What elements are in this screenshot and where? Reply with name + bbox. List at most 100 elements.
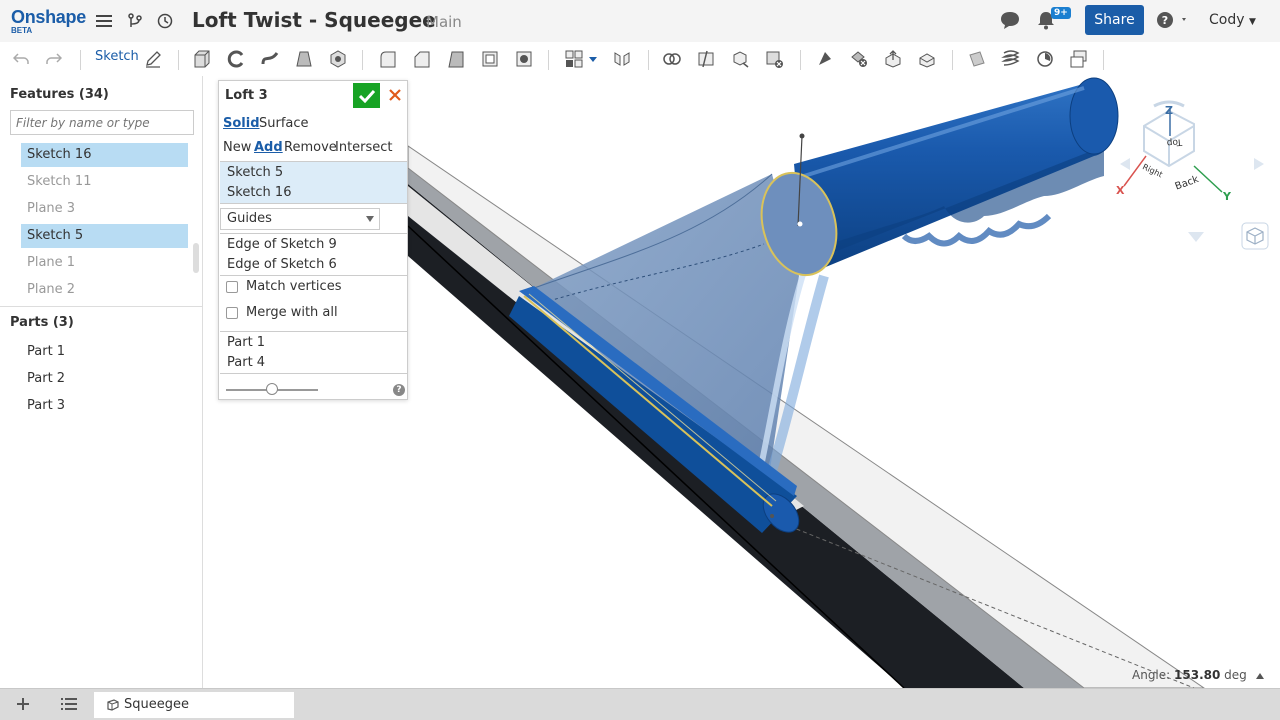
parts-header[interactable]: Parts (3) xyxy=(10,315,74,330)
sketch-button[interactable]: Sketch xyxy=(95,49,139,64)
guides-dropdown-label: Guides xyxy=(227,211,272,226)
feature-item-sketch-5[interactable]: Sketch 5 xyxy=(21,224,188,248)
pattern-icon[interactable] xyxy=(562,48,586,70)
move-face-icon[interactable] xyxy=(881,48,905,70)
back-face-label[interactable]: Back xyxy=(1174,174,1201,193)
chevron-down-icon: ▼ xyxy=(1248,17,1256,27)
feature-list-scrollbar[interactable] xyxy=(193,243,199,273)
add-tab-icon[interactable] xyxy=(11,693,35,715)
operation-remove[interactable]: Remove xyxy=(284,140,337,155)
body-type-surface[interactable]: Surface xyxy=(259,116,309,131)
angle-expand-caret-icon[interactable] xyxy=(1256,673,1264,679)
body-type-solid[interactable]: Solid xyxy=(223,116,260,131)
branch-icon[interactable] xyxy=(123,9,147,33)
extrude-icon[interactable] xyxy=(190,48,214,70)
part-item-3[interactable]: Part 3 xyxy=(27,398,65,413)
merge-scope-part-1[interactable]: Part 1 xyxy=(220,333,407,353)
thicken-icon[interactable] xyxy=(326,48,350,70)
mirror-icon[interactable] xyxy=(610,48,634,70)
part-item-1[interactable]: Part 1 xyxy=(27,344,65,359)
undo-icon[interactable] xyxy=(9,48,33,70)
accept-button[interactable] xyxy=(353,83,380,108)
feature-filter-input[interactable] xyxy=(10,110,194,135)
feature-item-plane-1[interactable]: Plane 1 xyxy=(21,251,188,275)
document-branch[interactable]: Main xyxy=(426,13,462,31)
chamfer-icon[interactable] xyxy=(410,48,434,70)
match-vertices-checkbox[interactable] xyxy=(226,280,238,293)
top-bar: Onshape BETA Loft Twist - Squeegee Main … xyxy=(0,0,1280,42)
merge-with-all-checkbox[interactable] xyxy=(226,306,238,319)
document-title[interactable]: Loft Twist - Squeegee xyxy=(192,8,436,32)
boolean-icon[interactable] xyxy=(660,48,684,70)
operation-new[interactable]: New xyxy=(223,140,251,155)
feature-item-plane-2[interactable]: Plane 2 xyxy=(21,278,188,302)
rotate-arrow-down[interactable] xyxy=(1188,232,1204,242)
loft-dialog-title[interactable]: Loft 3 xyxy=(225,88,268,103)
replace-face-icon[interactable] xyxy=(915,48,939,70)
feature-item-plane-3[interactable]: Plane 3 xyxy=(21,197,188,221)
match-vertices-option[interactable]: Match vertices xyxy=(226,279,341,294)
profiles-selection-box[interactable]: Sketch 5 Sketch 16 xyxy=(220,161,407,204)
share-button[interactable]: Share xyxy=(1085,5,1144,35)
hole-icon[interactable] xyxy=(512,48,536,70)
transform-icon[interactable] xyxy=(728,48,752,70)
help-icon[interactable]: ? xyxy=(1154,8,1190,32)
rotate-arrow-left[interactable] xyxy=(1120,158,1130,170)
preview-slider-handle[interactable] xyxy=(266,383,278,395)
feature-item-sketch-11[interactable]: Sketch 11 xyxy=(21,170,188,194)
feature-item-sketch-16[interactable]: Sketch 16 xyxy=(21,143,188,167)
derived-icon[interactable] xyxy=(1067,48,1091,70)
loft-icon[interactable] xyxy=(292,48,316,70)
guides-selection-box[interactable]: Edge of Sketch 9 Edge of Sketch 6 xyxy=(220,233,407,276)
shell-icon[interactable] xyxy=(478,48,502,70)
helix-icon[interactable] xyxy=(999,48,1023,70)
panel-divider[interactable] xyxy=(0,306,203,307)
split-icon[interactable] xyxy=(694,48,718,70)
toolbar-divider xyxy=(952,50,953,70)
part-studio-icon xyxy=(107,699,119,711)
guides-dropdown[interactable]: Guides xyxy=(220,208,380,230)
sketch-pencil-icon[interactable] xyxy=(141,48,165,70)
right-face-label[interactable]: Right xyxy=(1141,162,1164,179)
modify-face-icon[interactable] xyxy=(813,48,837,70)
comments-icon[interactable] xyxy=(998,8,1022,32)
profile-item-sketch-5[interactable]: Sketch 5 xyxy=(220,163,407,183)
operation-add[interactable]: Add xyxy=(254,140,283,155)
view-cube-menu-icon[interactable] xyxy=(1241,222,1269,250)
draft-icon[interactable] xyxy=(444,48,468,70)
part-studio-tab[interactable]: Squeegee xyxy=(94,692,294,718)
guide-item-sketch-9[interactable]: Edge of Sketch 9 xyxy=(220,235,407,255)
toolbar-divider xyxy=(80,50,81,70)
user-menu[interactable]: Cody ▼ xyxy=(1209,12,1256,28)
feature-toolbar: Sketch xyxy=(0,42,1280,76)
bottom-tab-bar: Squeegee xyxy=(0,688,1280,720)
top-face-label[interactable]: Top xyxy=(1166,136,1183,147)
merge-with-all-option[interactable]: Merge with all xyxy=(226,305,338,320)
rotate-arrow-right[interactable] xyxy=(1254,158,1264,170)
z-axis-label: Z xyxy=(1165,104,1173,117)
delete-part-icon[interactable] xyxy=(762,48,786,70)
cancel-button[interactable] xyxy=(385,85,405,105)
merge-scope-part-4[interactable]: Part 4 xyxy=(220,353,407,373)
guide-item-sketch-6[interactable]: Edge of Sketch 6 xyxy=(220,255,407,275)
variable-icon[interactable] xyxy=(1033,48,1057,70)
features-header[interactable]: Features (34) xyxy=(10,87,109,102)
revolve-icon[interactable] xyxy=(224,48,248,70)
part-item-2[interactable]: Part 2 xyxy=(27,371,65,386)
sweep-icon[interactable] xyxy=(258,48,282,70)
fillet-icon[interactable] xyxy=(376,48,400,70)
view-cube[interactable]: X Z Y Top Right Back xyxy=(1116,100,1264,242)
merge-scope-box[interactable]: Part 1 Part 4 xyxy=(220,331,407,374)
plane-icon[interactable] xyxy=(965,48,989,70)
profile-item-sketch-16[interactable]: Sketch 16 xyxy=(220,183,407,203)
hamburger-menu-icon[interactable] xyxy=(92,9,116,33)
operation-intersect[interactable]: Intersect xyxy=(335,140,393,155)
pattern-dropdown-icon[interactable] xyxy=(586,48,600,70)
onshape-logo[interactable]: Onshape BETA xyxy=(11,7,86,35)
redo-icon[interactable] xyxy=(42,48,66,70)
history-clock-icon[interactable] xyxy=(153,9,177,33)
tab-list-icon[interactable] xyxy=(57,693,81,715)
svg-text:?: ? xyxy=(1162,14,1168,27)
help-icon[interactable]: ? xyxy=(393,384,405,396)
delete-face-icon[interactable] xyxy=(847,48,871,70)
